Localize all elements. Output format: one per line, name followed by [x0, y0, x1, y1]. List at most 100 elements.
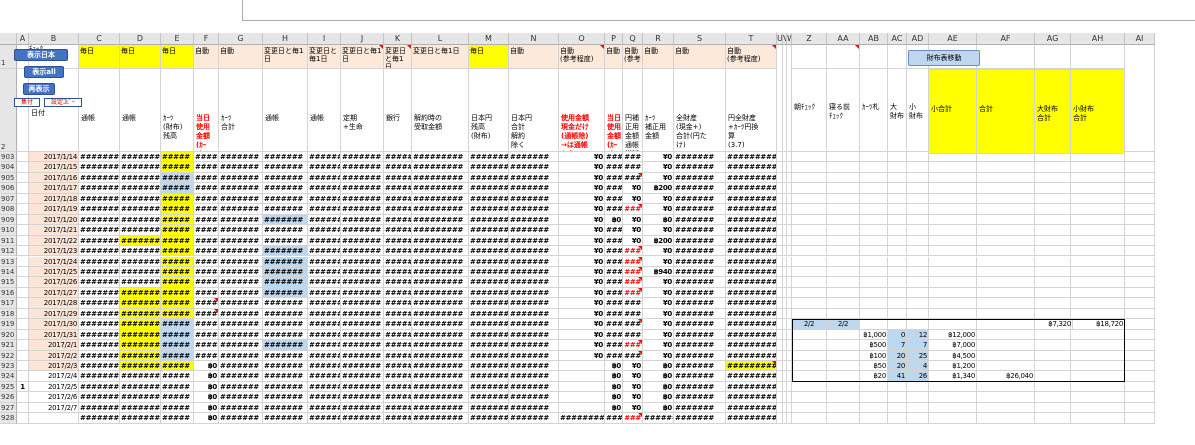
- data-cell-l[interactable]: #########: [412, 308, 469, 320]
- data-cell-q[interactable]: ###: [623, 413, 643, 424]
- wallet-af[interactable]: [977, 350, 1035, 361]
- data-cell-l[interactable]: #########: [412, 204, 469, 215]
- data-cell-f[interactable]: ฿0: [194, 371, 219, 382]
- row-header[interactable]: 906: [0, 183, 17, 194]
- cell-z[interactable]: [792, 371, 827, 382]
- data-cell-n[interactable]: #######: [509, 340, 559, 351]
- cell-ad[interactable]: [907, 277, 929, 288]
- data-cell-d[interactable]: #######: [120, 319, 161, 330]
- data-cell-c[interactable]: #######: [79, 162, 120, 173]
- cell-ab[interactable]: [860, 193, 888, 205]
- date-cell[interactable]: 2017/2/2: [29, 350, 79, 361]
- row-header[interactable]: 909: [0, 214, 17, 226]
- cell-a[interactable]: [17, 193, 29, 205]
- cell-a[interactable]: [17, 287, 29, 299]
- data-cell-l[interactable]: #########: [412, 392, 469, 403]
- wallet-ab[interactable]: ฿20: [860, 371, 888, 382]
- data-cell-l[interactable]: #########: [412, 246, 469, 257]
- data-cell-i[interactable]: #######: [308, 246, 341, 257]
- date-cell[interactable]: 2017/1/19: [29, 204, 79, 215]
- data-cell-e[interactable]: #####: [161, 298, 194, 309]
- data-cell-f[interactable]: #####: [194, 319, 219, 330]
- data-cell-c[interactable]: #######: [79, 256, 120, 267]
- cell-aa[interactable]: [827, 277, 860, 288]
- data-cell-j[interactable]: #######: [341, 277, 384, 288]
- cell-ae[interactable]: [929, 392, 977, 403]
- data-cell-p[interactable]: ฿0: [605, 361, 623, 372]
- data-cell-e[interactable]: #####: [161, 392, 194, 403]
- data-cell-p[interactable]: ###: [605, 329, 623, 341]
- wallet-ad[interactable]: 4: [907, 361, 929, 372]
- data-cell-h[interactable]: #######: [263, 246, 308, 257]
- data-cell-p[interactable]: ###: [605, 413, 623, 424]
- data-cell-t[interactable]: #########: [726, 308, 777, 320]
- data-cell-n[interactable]: #######: [509, 152, 559, 163]
- data-cell-d[interactable]: #######: [120, 235, 161, 247]
- data-cell-d[interactable]: #######: [120, 381, 161, 393]
- data-cell-c[interactable]: #######: [79, 329, 120, 341]
- data-cell-c[interactable]: #######: [79, 413, 120, 424]
- cell-z[interactable]: [792, 402, 827, 414]
- cell-ag[interactable]: [1035, 371, 1071, 382]
- data-cell-k[interactable]: #####: [384, 298, 412, 309]
- data-cell-l[interactable]: #########: [412, 235, 469, 247]
- data-cell-l[interactable]: #########: [412, 183, 469, 194]
- cell-ac[interactable]: [888, 381, 907, 393]
- cell-aa[interactable]: [827, 308, 860, 320]
- cell-ai[interactable]: [1125, 381, 1155, 393]
- data-cell-d[interactable]: #######: [120, 402, 161, 414]
- cell-aa[interactable]: [827, 350, 860, 361]
- cell-a[interactable]: [17, 319, 29, 330]
- cell-ag[interactable]: [1035, 340, 1071, 351]
- data-cell-l[interactable]: #########: [412, 162, 469, 173]
- data-cell-l[interactable]: #########: [412, 413, 469, 424]
- data-cell-n[interactable]: #######: [509, 350, 559, 361]
- data-cell-m[interactable]: #######: [469, 152, 509, 163]
- cell-af[interactable]: [977, 172, 1035, 184]
- cell-a[interactable]: [17, 266, 29, 278]
- column-header-ae[interactable]: AE: [929, 33, 977, 45]
- cell-ah[interactable]: [1071, 340, 1125, 351]
- cell-a[interactable]: [17, 256, 29, 267]
- data-cell-i[interactable]: #######: [308, 371, 341, 382]
- data-cell-j[interactable]: #######: [341, 402, 384, 414]
- data-cell-m[interactable]: #######: [469, 256, 509, 267]
- redisplay-button[interactable]: 再表示: [23, 83, 55, 95]
- cell-ah[interactable]: [1071, 381, 1125, 393]
- wallet-ab[interactable]: ฿100: [860, 350, 888, 361]
- data-cell-r[interactable]: ฿940: [643, 266, 674, 278]
- cell-a[interactable]: [17, 162, 29, 173]
- data-cell-p[interactable]: ###: [605, 308, 623, 320]
- data-cell-q[interactable]: ¥0: [623, 371, 643, 382]
- data-cell-m[interactable]: #######: [469, 371, 509, 382]
- data-cell-r[interactable]: ¥0: [643, 193, 674, 205]
- data-cell-s[interactable]: #######: [674, 225, 726, 236]
- cell-ai[interactable]: [1125, 298, 1155, 309]
- data-cell-g[interactable]: #######: [219, 402, 263, 414]
- data-cell-g[interactable]: #######: [219, 350, 263, 361]
- data-cell-j[interactable]: #######: [341, 329, 384, 341]
- cell-aa[interactable]: [827, 381, 860, 393]
- data-cell-d[interactable]: #######: [120, 361, 161, 372]
- cell-ai[interactable]: [1125, 152, 1155, 163]
- data-cell-h[interactable]: #######: [263, 402, 308, 414]
- wallet-ae[interactable]: ฿1,340: [929, 371, 977, 382]
- data-cell-g[interactable]: #######: [219, 214, 263, 226]
- data-cell-f[interactable]: #####: [194, 298, 219, 309]
- cell-ab[interactable]: [860, 319, 888, 330]
- data-cell-r[interactable]: ฿0: [643, 402, 674, 414]
- data-cell-o[interactable]: [559, 392, 605, 403]
- select-all-corner[interactable]: [0, 33, 17, 45]
- cell-z[interactable]: [792, 225, 827, 236]
- data-cell-p[interactable]: ฿0: [605, 381, 623, 393]
- data-cell-o[interactable]: [559, 381, 605, 393]
- cell-ah[interactable]: [1071, 308, 1125, 320]
- data-cell-h[interactable]: #######: [263, 193, 308, 205]
- data-cell-n[interactable]: #######: [509, 183, 559, 194]
- cell-ah[interactable]: [1071, 256, 1125, 267]
- cell-aa[interactable]: [827, 256, 860, 267]
- cell-ah[interactable]: [1071, 225, 1125, 236]
- data-cell-t[interactable]: #########: [726, 214, 777, 226]
- cell-ad[interactable]: [907, 214, 929, 226]
- wallet-af[interactable]: [977, 340, 1035, 351]
